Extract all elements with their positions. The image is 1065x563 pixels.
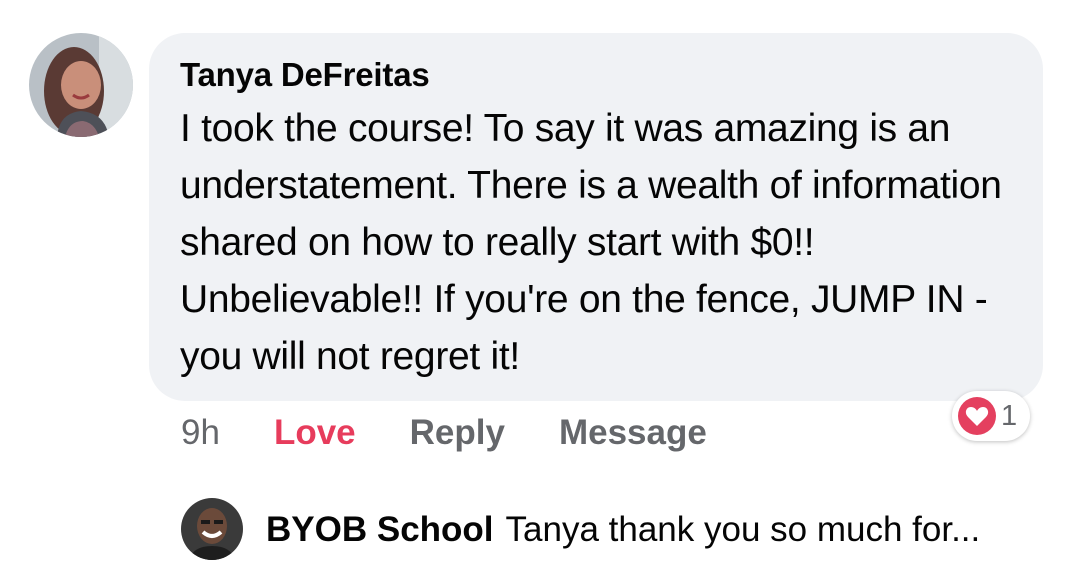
reply-preview[interactable]: BYOB School Tanya thank you so much for.… xyxy=(266,504,980,556)
reply-preview-text[interactable]: Tanya thank you so much for... xyxy=(506,510,981,550)
comment-actions: 9h Love Reply Message xyxy=(181,407,707,459)
comment-text: I took the course! To say it was amazing… xyxy=(180,107,1002,378)
love-button[interactable]: Love xyxy=(274,413,356,453)
heart-icon xyxy=(958,397,996,435)
reply-button[interactable]: Reply xyxy=(410,413,505,453)
reply-author-avatar[interactable] xyxy=(181,498,243,560)
commenter-avatar[interactable] xyxy=(29,33,133,137)
comment-timestamp[interactable]: 9h xyxy=(181,413,220,453)
message-button[interactable]: Message xyxy=(559,413,707,453)
reply-author[interactable]: BYOB School xyxy=(266,510,494,550)
reaction-count-badge[interactable]: 1 xyxy=(952,391,1031,441)
comment-bubble: Tanya DeFreitas I took the course! To sa… xyxy=(149,33,1043,401)
reaction-count: 1 xyxy=(1001,399,1018,432)
comment-author[interactable]: Tanya DeFreitas xyxy=(180,55,1013,95)
